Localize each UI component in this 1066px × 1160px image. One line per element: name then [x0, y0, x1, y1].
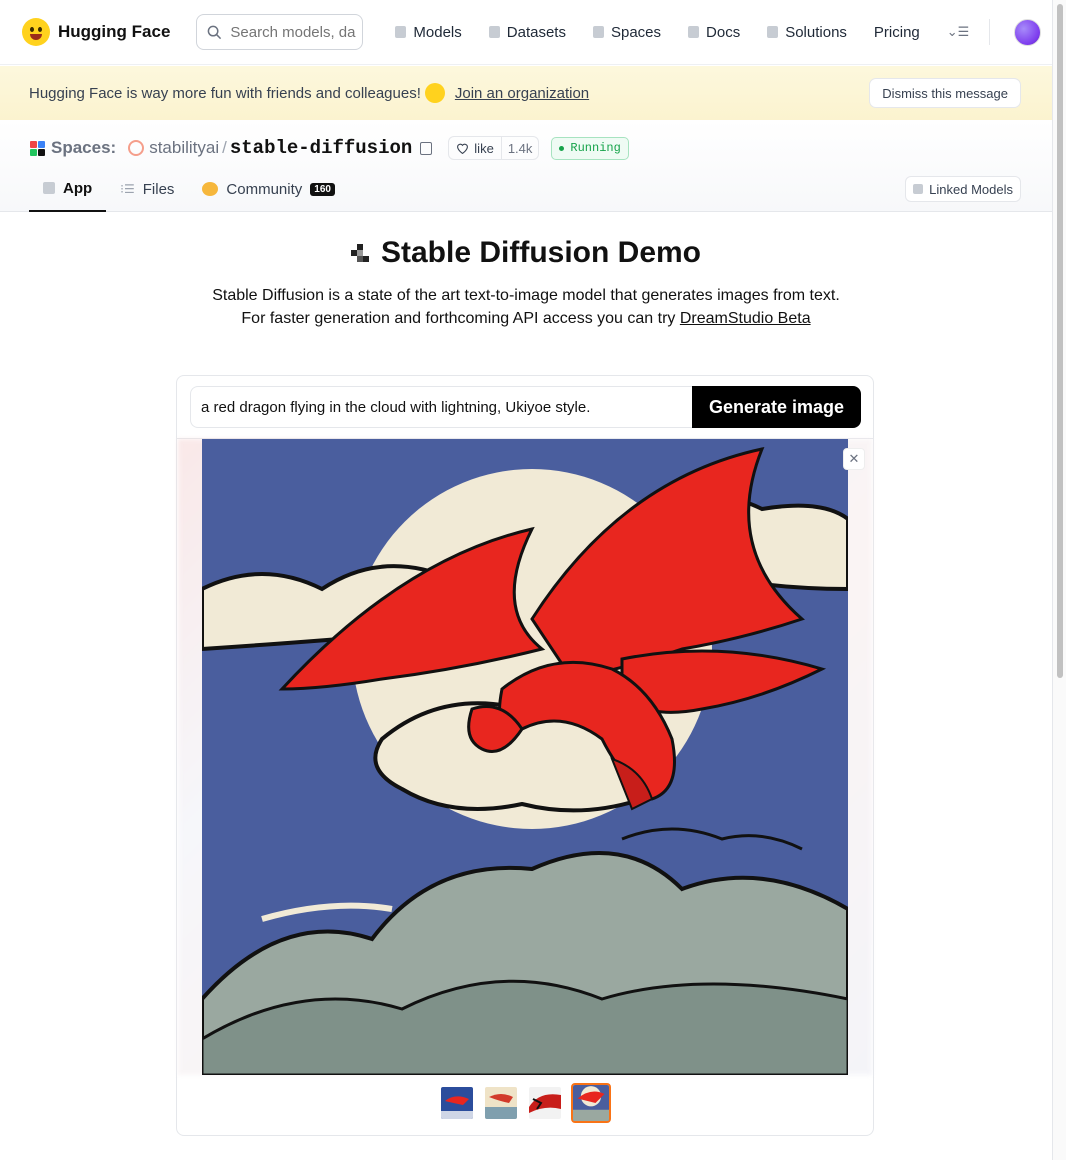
nav-solutions-label: Solutions — [785, 23, 847, 41]
tab-app-label: App — [63, 179, 93, 197]
org-link[interactable]: stabilityai — [149, 138, 219, 158]
spaces-icon — [592, 26, 604, 38]
thumbnail-image-icon — [529, 1087, 561, 1119]
search-icon — [208, 25, 222, 39]
org-avatar-icon — [128, 140, 145, 156]
prompt-input[interactable] — [190, 386, 692, 428]
thumbnail-1[interactable] — [439, 1085, 475, 1121]
dragon-image-icon — [202, 439, 848, 1075]
demo-panel: Generate image ✕ — [176, 375, 874, 1136]
thumbnail-image-icon — [485, 1087, 517, 1119]
tab-files[interactable]: ⁝☰ Files — [106, 166, 188, 212]
nav-links: Models Datasets Spaces Docs Solutions Pr… — [395, 18, 1042, 46]
brand-name: Hugging Face — [58, 22, 171, 41]
linked-models-button[interactable]: Linked Models — [905, 176, 1021, 202]
datasets-icon — [488, 26, 500, 38]
nav-datasets-label: Datasets — [506, 23, 566, 41]
status-dot-icon — [559, 145, 565, 151]
demo-logo-icon — [350, 244, 369, 262]
user-avatar[interactable] — [1014, 18, 1042, 46]
top-navbar: Hugging Face Models Datasets Spaces Docs… — [0, 0, 1052, 65]
solutions-icon — [767, 26, 779, 38]
like-action[interactable]: like — [449, 141, 501, 156]
generated-image[interactable] — [202, 439, 848, 1075]
nav-pricing[interactable]: Pricing — [874, 24, 920, 41]
page-scrollbar[interactable] — [1052, 0, 1066, 1160]
nav-docs-label: Docs — [706, 23, 741, 41]
status-badge: Running — [551, 136, 629, 160]
tab-app[interactable]: App — [29, 166, 107, 212]
nav-spaces-label: Spaces — [610, 23, 662, 41]
copy-icon[interactable] — [420, 141, 433, 155]
hugging-emoji-icon — [424, 83, 445, 103]
repo-name[interactable]: stable-diffusion — [230, 137, 412, 159]
thumbnail-image-icon — [441, 1087, 473, 1119]
generate-button[interactable]: Generate image — [692, 386, 861, 428]
nav-pricing-label: Pricing — [873, 23, 920, 41]
like-count[interactable]: 1.4k — [500, 137, 539, 159]
path-separator: / — [222, 138, 227, 157]
hugging-face-logo-icon — [22, 18, 50, 46]
close-icon[interactable]: ✕ — [843, 448, 865, 470]
space-tabs: App ⁝☰ Files Community 160 — [29, 166, 349, 212]
dismiss-button[interactable]: Dismiss this message — [869, 78, 1021, 108]
thumbnail-3[interactable] — [527, 1085, 563, 1121]
like-button[interactable]: like 1.4k — [448, 136, 540, 160]
dreamstudio-link[interactable]: DreamStudio Beta — [680, 310, 811, 327]
brand-link[interactable]: Hugging Face — [22, 18, 170, 46]
desc-line-2-text: For faster generation and forthcoming AP… — [241, 309, 680, 327]
status-label: Running — [570, 141, 621, 155]
thumbnail-image-icon — [573, 1085, 609, 1121]
search-input[interactable] — [230, 23, 361, 41]
space-header: Spaces: stabilityai / stable-diffusion l… — [0, 120, 1052, 212]
space-title-row: Spaces: stabilityai / stable-diffusion l… — [30, 136, 629, 160]
community-icon — [202, 182, 219, 196]
more-menu-icon[interactable]: ⌄☰ — [947, 24, 970, 40]
nav-solutions[interactable]: Solutions — [767, 24, 847, 41]
search-box[interactable] — [196, 14, 364, 50]
linked-models-label: Linked Models — [929, 181, 1013, 197]
linked-models-icon — [913, 184, 924, 194]
files-icon: ⁝☰ — [120, 182, 135, 196]
org-banner: Hugging Face is way more fun with friend… — [0, 66, 1052, 120]
tab-files-label: Files — [142, 180, 175, 198]
scrollbar-thumb[interactable] — [1057, 4, 1063, 678]
nav-docs[interactable]: Docs — [688, 24, 740, 41]
thumbnail-2[interactable] — [483, 1085, 519, 1121]
community-count-badge: 160 — [310, 182, 335, 196]
spaces-logo-icon — [30, 140, 45, 156]
desc-line-1: Stable Diffusion is a state of the art t… — [212, 287, 840, 304]
heart-icon — [457, 143, 469, 154]
spaces-section-label[interactable]: Spaces: — [51, 138, 116, 158]
like-label: like — [474, 140, 494, 156]
app-icon — [43, 182, 55, 194]
demo-description: Stable Diffusion is a state of the art t… — [200, 285, 852, 330]
tab-community-label: Community — [226, 180, 303, 198]
join-org-link[interactable]: Join an organization — [455, 85, 589, 102]
nav-models[interactable]: Models — [395, 23, 462, 41]
models-icon — [395, 26, 407, 38]
demo-title: Stable Diffusion Demo — [0, 236, 1052, 270]
desc-line-2: For faster generation and forthcoming AP… — [200, 308, 852, 331]
nav-models-label: Models — [413, 23, 462, 41]
thumbnail-4-selected[interactable] — [571, 1083, 611, 1123]
banner-text: Hugging Face is way more fun with friend… — [29, 84, 421, 102]
tab-community[interactable]: Community 160 — [188, 166, 349, 212]
demo-title-text: Stable Diffusion Demo — [380, 236, 702, 269]
docs-icon — [688, 26, 700, 38]
thumbnail-strip — [177, 1083, 873, 1123]
nav-spaces[interactable]: Spaces — [592, 23, 662, 41]
nav-divider — [989, 19, 991, 45]
nav-datasets[interactable]: Datasets — [488, 23, 566, 41]
